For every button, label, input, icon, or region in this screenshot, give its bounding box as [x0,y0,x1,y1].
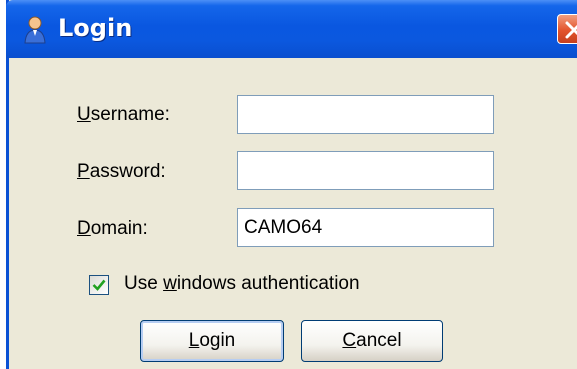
domain-label: Domain: [77,218,148,239]
username-label: Username: [77,104,170,125]
checkmark-icon [92,279,106,291]
password-field[interactable] [237,151,494,190]
window-title: Login [58,14,133,42]
title-bar[interactable]: Login [6,0,577,58]
username-field[interactable] [237,95,494,134]
password-label: Password: [77,161,166,182]
close-icon [565,21,577,39]
user-icon [20,14,50,44]
domain-field[interactable] [237,208,494,247]
windows-auth-checkbox[interactable] [89,275,109,295]
cancel-button[interactable]: Cancel [301,320,443,362]
windows-auth-label[interactable]: Use windows authentication [124,273,360,295]
close-button[interactable] [557,14,577,44]
login-button[interactable]: Login [140,320,284,362]
